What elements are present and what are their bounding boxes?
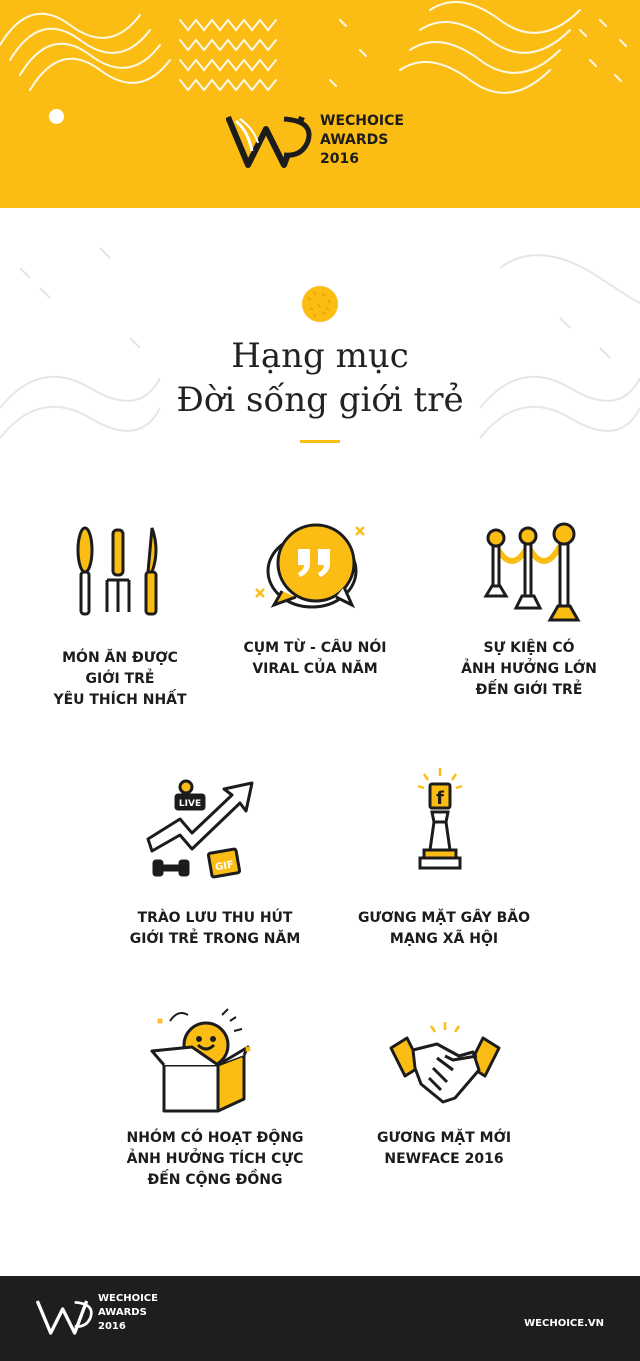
title-line: Đời sống giới trẻ	[176, 380, 464, 420]
title-line: Hạng mục	[231, 336, 409, 376]
logo-line: 2016	[320, 151, 359, 167]
label-line: VIRAL CỦA NĂM	[252, 661, 378, 677]
decor-dot	[49, 109, 64, 124]
footer-logo-text: WECHOICE AWARDS 2016	[98, 1292, 158, 1334]
logo-line: WECHOICE	[320, 113, 404, 129]
label-line: YÊU THÍCH NHẤT	[53, 692, 187, 708]
category-label: SỰ KIỆN CÓ ẢNH HƯỞNG LỚN ĐẾN GIỚI TRẺ	[414, 638, 640, 701]
label-line: ẢNH HƯỞNG LỚN	[461, 661, 597, 677]
stanchion-icon	[483, 522, 581, 622]
category-label: NHÓM CÓ HOẠT ĐỘNG ẢNH HƯỞNG TÍCH CỰC ĐẾN…	[100, 1128, 330, 1191]
label-line: GƯƠNG MẶT MỚI	[376, 1130, 512, 1146]
label-line: MẠNG XÃ HỘI	[389, 931, 499, 947]
footer: WECHOICE AWARDS 2016 WECHOICE.VN	[0, 1276, 640, 1361]
label-line: SỰ KIỆN CÓ	[483, 640, 575, 656]
label-line: TRÀO LƯU THU HÚT	[137, 910, 293, 926]
category-label: CỤM TỪ - CÂU NÓI VIRAL CỦA NĂM	[200, 638, 430, 680]
quote-bubble-icon	[255, 523, 365, 609]
category-label: GƯƠNG MẶT MỚI NEWFACE 2016	[329, 1128, 559, 1170]
label-line: NHÓM CÓ HOẠT ĐỘNG	[126, 1130, 304, 1146]
header-banner: WECHOICE AWARDS 2016	[0, 0, 640, 208]
website-link[interactable]: WECHOICE.VN	[524, 1318, 604, 1329]
facebook-f: f	[436, 788, 444, 809]
handshake-icon	[389, 1022, 501, 1104]
label-line: ĐẾN CỘNG ĐỒNG	[147, 1172, 283, 1188]
label-line: ẢNH HƯỞNG TÍCH CỰC	[126, 1151, 304, 1167]
logo-line: AWARDS	[320, 132, 389, 148]
logo-line: 2016	[98, 1321, 126, 1332]
trend-arrow-icon: LIVE GIF	[146, 779, 254, 879]
label-line: NEWFACE 2016	[384, 1151, 504, 1167]
title-divider	[300, 440, 340, 443]
label-line: ĐẾN GIỚI TRẺ	[475, 682, 583, 698]
category-label: GƯƠNG MẶT GÂY BÃO MẠNG XÃ HỘI	[329, 908, 559, 950]
gift-box-icon	[150, 1008, 251, 1113]
logo-line: AWARDS	[98, 1307, 147, 1318]
header-logo-text: WECHOICE AWARDS 2016	[320, 112, 430, 169]
main-content: Hạng mục Đời sống giới trẻ MÓN ĂN ĐƯỢC G…	[0, 208, 640, 1276]
footer-logo-icon	[36, 1300, 93, 1335]
label-line: GƯƠNG MẶT GÂY BÃO	[357, 910, 531, 926]
page-title: Hạng mục Đời sống giới trẻ	[0, 334, 640, 422]
logo-line: WECHOICE	[98, 1293, 158, 1304]
coin-decoration-icon	[302, 286, 338, 322]
category-label: TRÀO LƯU THU HÚT GIỚI TRẺ TRONG NĂM	[100, 908, 330, 950]
wechoice-logo-icon	[226, 115, 312, 168]
wave-pattern-decoration	[0, 1, 627, 94]
chess-king-icon: f	[417, 768, 463, 870]
utensils-icon	[76, 526, 158, 616]
label-line: CỤM TỪ - CÂU NÓI	[243, 640, 387, 656]
label-line: GIỚI TRẺ TRONG NĂM	[129, 931, 301, 947]
live-label: LIVE	[179, 799, 201, 809]
